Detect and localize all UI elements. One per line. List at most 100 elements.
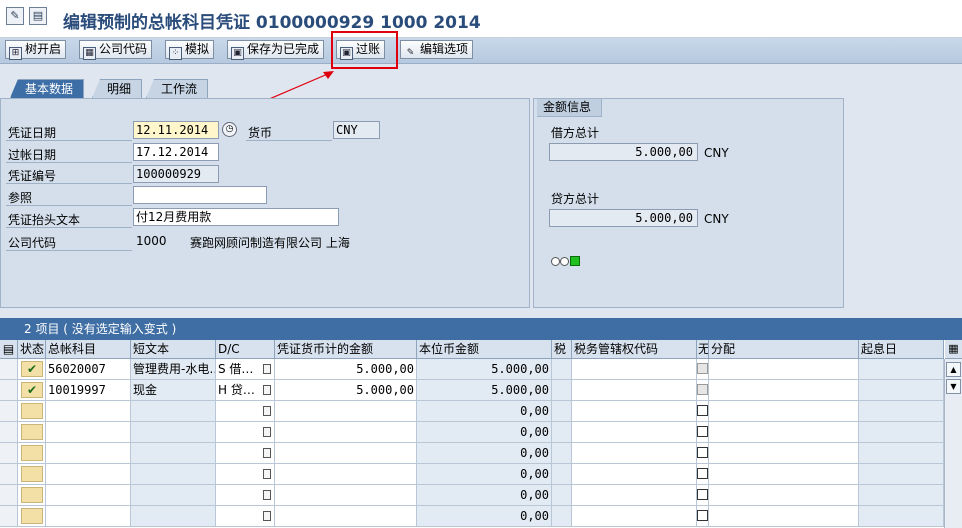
no-tax-checkbox[interactable] (697, 405, 708, 416)
value-help-icon[interactable] (263, 427, 271, 437)
value-help-icon[interactable] (263, 385, 271, 395)
row-status (18, 422, 46, 443)
cell-gl-account[interactable] (46, 401, 131, 422)
light-off-icon (560, 257, 569, 266)
label-underline (6, 250, 132, 251)
scroll-up-icon[interactable]: ▲ (946, 362, 961, 377)
cell-dc[interactable] (216, 401, 275, 422)
row-status (18, 485, 46, 506)
pencil-icon: ✎ (406, 48, 415, 58)
value-help-icon[interactable] (263, 490, 271, 500)
reference-field[interactable] (133, 186, 267, 204)
calendar-icon[interactable]: ◷ (222, 122, 237, 137)
no-tax-checkbox[interactable] (697, 363, 708, 374)
cell-gl-account[interactable]: 10019997 (46, 380, 131, 401)
tab-basic-data[interactable]: 基本数据 (10, 79, 85, 98)
col-local-amount[interactable]: 本位币金额 (417, 340, 552, 359)
value-help-icon[interactable] (263, 406, 271, 416)
cell-dc[interactable]: H 贷… (216, 380, 275, 401)
status-empty (21, 424, 43, 440)
no-tax-checkbox[interactable] (697, 468, 708, 479)
cell-dc[interactable] (216, 464, 275, 485)
scroll-down-icon[interactable]: ▼ (946, 379, 961, 394)
cell-doc-amount[interactable] (275, 401, 417, 422)
tab-workflow[interactable]: 工作流 (146, 79, 209, 98)
select-all-icon[interactable]: ▤ (0, 340, 18, 359)
tree-on-button[interactable]: ⊞ 树开启 (5, 40, 67, 60)
cell-gl-account[interactable] (46, 506, 131, 527)
cell-gl-account[interactable] (46, 422, 131, 443)
cell-tax (552, 485, 572, 506)
cell-doc-amount[interactable]: 5.000,00 (275, 359, 417, 380)
cell-dc[interactable] (216, 443, 275, 464)
cell-local-amount: 0,00 (417, 422, 552, 443)
currency-field[interactable]: CNY (333, 121, 380, 139)
cell-doc-amount[interactable]: 5.000,00 (275, 380, 417, 401)
posting-date-field[interactable]: 17.12.2014 (133, 143, 219, 161)
cell-doc-amount[interactable] (275, 485, 417, 506)
cell-doc-amount[interactable] (275, 464, 417, 485)
items-table: ▤ 状态 总帐科目 短文本 D/C 凭证货币计的金额 本位币金额 税 税务管辖权… (0, 340, 962, 528)
cell-doc-amount[interactable] (275, 422, 417, 443)
cell-short-text[interactable]: 管理费用-水电… (131, 359, 216, 380)
no-tax-checkbox[interactable] (697, 510, 708, 521)
cell-gl-account[interactable]: 56020007 (46, 359, 131, 380)
no-tax-checkbox[interactable] (697, 447, 708, 458)
doc-number-label: 凭证编号 (8, 169, 57, 183)
cell-short-text[interactable] (131, 464, 216, 485)
credit-total-label: 贷方总计 (551, 192, 600, 206)
row-status (18, 506, 46, 527)
no-tax-checkbox[interactable] (697, 426, 708, 437)
cell-gl-account[interactable] (46, 464, 131, 485)
value-help-icon[interactable] (263, 469, 271, 479)
col-gl-account[interactable]: 总帐科目 (46, 340, 131, 359)
col-tax-jurisdiction[interactable]: 税务管辖权代码 (572, 340, 697, 359)
status-empty (21, 403, 43, 419)
company-code-button[interactable]: ▦ 公司代码 (79, 40, 153, 60)
amount-info-title: 金额信息 (537, 99, 603, 117)
cell-short-text[interactable] (131, 443, 216, 464)
cell-gl-account[interactable] (46, 485, 131, 506)
col-status[interactable]: 状态 (18, 340, 46, 359)
document-icon[interactable]: ▤ (29, 7, 47, 25)
no-tax-checkbox[interactable] (697, 489, 708, 500)
cell-short-text[interactable] (131, 422, 216, 443)
reference-label: 参照 (8, 191, 33, 205)
cell-dc[interactable]: S 借… (216, 359, 275, 380)
no-tax-checkbox[interactable] (697, 384, 708, 395)
cell-gl-account[interactable] (46, 443, 131, 464)
header-text-field[interactable]: 付12月费用款 (133, 208, 339, 226)
cell-dc[interactable] (216, 422, 275, 443)
cell-short-text[interactable] (131, 506, 216, 527)
status-empty (21, 508, 43, 524)
cell-short-text[interactable] (131, 485, 216, 506)
save-as-complete-button[interactable]: ▣ 保存为已完成 (227, 40, 325, 60)
col-dc[interactable]: D/C (216, 340, 275, 359)
cell-short-text[interactable] (131, 401, 216, 422)
edit-options-button[interactable]: ✎ 编辑选项 (400, 40, 474, 59)
window-title: 编辑预制的总帐科目凭证 0100000929 1000 2014 (63, 13, 481, 33)
doc-date-field[interactable]: 12.11.2014 (133, 121, 219, 139)
cell-dc[interactable] (216, 485, 275, 506)
row-selector (0, 506, 18, 527)
value-help-icon[interactable] (263, 364, 271, 374)
col-doc-amount[interactable]: 凭证货币计的金额 (275, 340, 417, 359)
col-tax[interactable]: 税 (552, 340, 572, 359)
column-settings-icon[interactable]: ▦ (945, 340, 962, 359)
col-value-date[interactable]: 起息日 (859, 340, 944, 359)
display-change-icon[interactable]: ✎ (6, 7, 24, 25)
cell-doc-amount[interactable] (275, 443, 417, 464)
posting-date-label: 过帐日期 (8, 148, 57, 162)
col-assignment[interactable]: 分配 (709, 340, 859, 359)
simulate-button[interactable]: ⁘ 模拟 (165, 40, 215, 60)
col-no-tax[interactable]: 无 (697, 340, 709, 359)
cell-dc[interactable] (216, 506, 275, 527)
value-help-icon[interactable] (263, 511, 271, 521)
cell-doc-amount[interactable] (275, 506, 417, 527)
col-short-text[interactable]: 短文本 (131, 340, 216, 359)
value-help-icon[interactable] (263, 448, 271, 458)
cell-short-text[interactable]: 现金 (131, 380, 216, 401)
doc-number-field: 100000929 (133, 165, 219, 183)
tab-corner (92, 79, 100, 98)
vertical-scrollbar[interactable]: ▲ ▼ (944, 359, 962, 528)
